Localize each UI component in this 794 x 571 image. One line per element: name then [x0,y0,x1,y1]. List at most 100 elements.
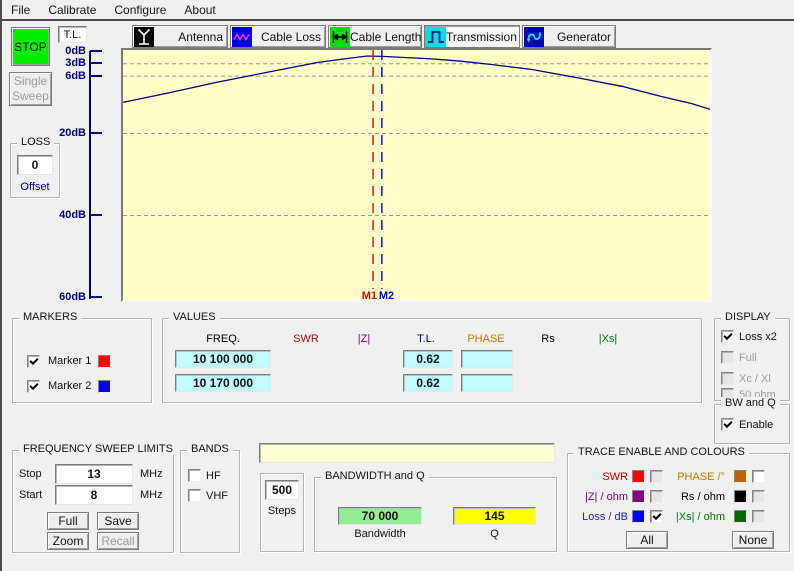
trace-z-label: |Z| / ohm [570,491,628,503]
marker2-label: Marker 2 [48,380,91,392]
q-value: 145 [453,507,536,525]
generator-icon [524,27,544,47]
bandwidth-q-title: BANDWIDTH and Q [321,470,429,482]
tab-cable-loss-label: Cable Loss [261,30,325,44]
bandwidth-label: Bandwidth [338,528,422,540]
zoom-button[interactable]: Zoom [47,532,89,550]
loss-offset-label: Offset [11,181,59,193]
col-tl: T.L. [396,333,456,345]
marker1-tl-value: 0.62 [403,350,453,368]
stop-unit-label: MHz [140,468,163,480]
bandwidth-q-group: BANDWIDTH and Q 70 000 Bandwidth 145 Q [314,477,557,552]
y-axis-label: 3dB [40,57,86,69]
display-group-title: DISPLAY [721,311,775,323]
loss-x2-checkbox[interactable] [721,330,734,343]
trace-phase-swatch[interactable] [734,470,747,483]
marker2-phase-value [461,374,513,392]
marker1-freq-value: 10 100 000 [175,350,271,368]
col-z: |Z| [334,333,394,345]
recall-button[interactable]: Recall [97,532,139,550]
trace-swr-swatch[interactable] [632,470,645,483]
y-axis-tick [90,296,102,298]
stop-label: Stop [19,468,42,480]
start-freq-input[interactable]: 8 [55,485,133,505]
hf-label: HF [206,470,221,482]
trace-swr-label: SWR [570,471,628,483]
antenna-icon [134,27,154,47]
trace-z-swatch[interactable] [632,490,645,503]
marker2-color-swatch[interactable] [98,380,111,393]
trace-phase-label: PHASE /° [672,471,725,483]
all-traces-button[interactable]: All [626,531,668,549]
trace-z-checkbox[interactable] [650,490,663,503]
y-axis-tick [90,62,102,64]
y-axis-label: 6dB [40,70,86,82]
trace-swr-checkbox[interactable] [650,470,663,483]
app-window: File Calibrate Configure About STOP Sing… [0,0,794,571]
marker1-color-swatch[interactable] [98,355,111,368]
markers-group: MARKERS Marker 1 Marker 2 [12,318,152,403]
values-group-title: VALUES [169,311,220,323]
trace-group: TRACE ENABLE AND COLOURS SWR PHASE /° |Z… [567,453,790,552]
y-axis-tick [90,132,102,134]
vhf-checkbox[interactable] [188,489,201,502]
bw-enable-label: Enable [739,419,773,431]
no-traces-button[interactable]: None [732,531,774,549]
full-label: Full [739,352,757,364]
tab-antenna-label: Antenna [178,30,227,44]
sweep-chart[interactable]: M1M2 [121,48,712,302]
trace-rs-label: Rs / ohm [672,491,725,503]
tab-cable-length[interactable]: Cable Length [328,25,422,48]
y-axis-tick [90,50,102,52]
trace-phase-checkbox[interactable] [752,470,765,483]
loss-x2-label: Loss x2 [739,331,777,343]
menu-calibrate[interactable]: Calibrate [39,1,105,19]
loss-offset-input[interactable]: 0 [17,155,53,175]
hf-checkbox[interactable] [188,469,201,482]
trace-loss-checkbox[interactable] [650,510,663,523]
vhf-label: VHF [206,490,228,502]
tab-cable-loss[interactable]: Cable Loss [230,25,326,48]
marker2-checkbox[interactable] [27,380,40,393]
bw-enable-checkbox[interactable] [721,418,734,431]
steps-panel: 500 Steps [260,473,304,552]
trace-loss-label: Loss / dB [570,511,628,523]
marker1-checkbox[interactable] [27,355,40,368]
stop-freq-input[interactable]: 13 [55,464,133,484]
tab-generator[interactable]: Generator [522,25,616,48]
xc-xl-label: Xc / Xl [739,373,771,385]
trace-rs-swatch[interactable] [734,490,747,503]
y-axis-tick [90,214,102,216]
loss-group-title: LOSS [17,136,54,148]
col-phase: PHASE [456,333,516,345]
tab-antenna[interactable]: Antenna [132,25,228,48]
tab-transmission[interactable]: Transmission [424,25,520,48]
full-sweep-button[interactable]: Full [47,512,89,530]
message-strip [259,443,555,463]
full-checkbox[interactable] [721,351,734,364]
xc-xl-checkbox[interactable] [721,372,734,385]
menu-about[interactable]: About [175,1,224,19]
trace-xs-checkbox[interactable] [752,510,765,523]
menu-bar: File Calibrate Configure About [2,0,794,21]
trace-loss-swatch[interactable] [632,510,645,523]
chart-plot-area[interactable]: M1M2 [123,50,710,300]
trace-rs-checkbox[interactable] [752,490,765,503]
y-axis-label: 40dB [40,209,86,221]
start-label: Start [19,489,42,501]
marker-label-m2: M2 [379,290,394,300]
trace-xs-swatch[interactable] [734,510,747,523]
col-swr: SWR [276,333,336,345]
menu-configure[interactable]: Configure [105,1,175,19]
chart-svg: M1M2 [123,50,710,300]
steps-input[interactable]: 500 [265,480,299,500]
bands-group-title: BANDS [187,443,233,455]
loss-group: LOSS 0 Offset [10,143,60,198]
bands-group: BANDS HF VHF [180,450,240,553]
y-axis-line [89,51,91,299]
menu-file[interactable]: File [2,1,39,19]
save-button[interactable]: Save [97,512,139,530]
steps-label: Steps [261,505,303,517]
q-label: Q [453,528,536,540]
y-axis-tick [90,75,102,77]
